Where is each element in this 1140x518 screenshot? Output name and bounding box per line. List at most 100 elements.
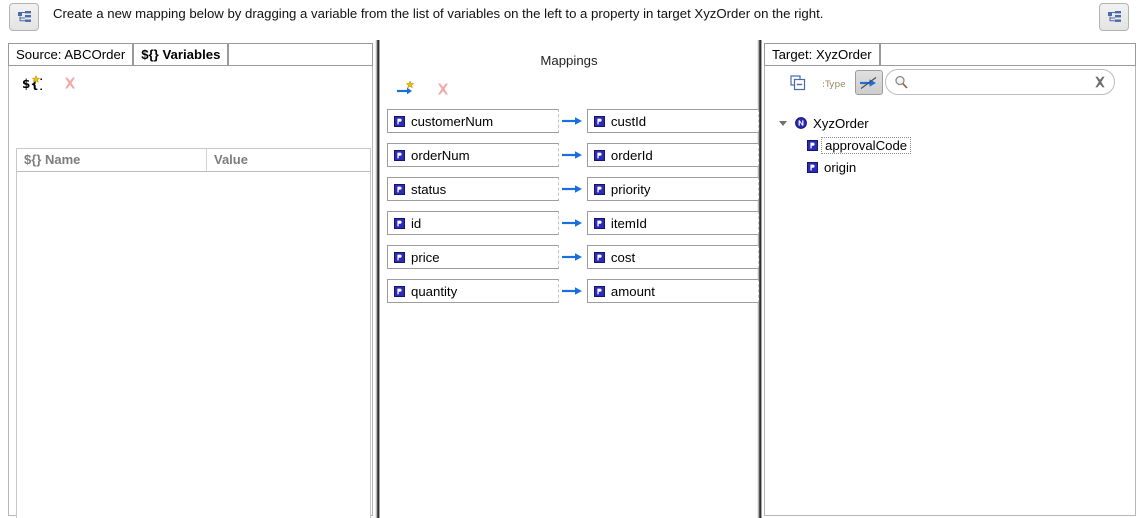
tree-node-origin[interactable]: origin — [777, 156, 1107, 178]
search-box[interactable] — [885, 69, 1115, 95]
tab-target-xyzorder[interactable]: Target: XyzOrder — [764, 43, 880, 65]
mapping-arrow — [559, 183, 587, 195]
mapping-source-cell[interactable]: id — [387, 211, 559, 235]
mapping-row[interactable]: id itemId — [387, 210, 759, 236]
tree-root-label: XyzOrder — [813, 116, 869, 131]
property-icon — [394, 184, 405, 195]
mapping-arrow — [559, 217, 587, 229]
mapping-target-cell[interactable]: orderId — [587, 143, 759, 167]
property-icon — [394, 252, 405, 263]
hide-unmapped-arrow-icon — [859, 75, 879, 91]
tree-child-label: approvalCode — [821, 137, 911, 154]
mapping-source-label: quantity — [411, 284, 457, 299]
target-tree: XyzOrder approvalCode origin — [777, 112, 1107, 178]
mappings-toolbar — [390, 76, 590, 102]
delete-mapping-button[interactable] — [432, 78, 454, 100]
mapping-target-label: priority — [611, 182, 651, 197]
mapping-editor-window: Create a new mapping below by dragging a… — [0, 0, 1140, 518]
mapping-target-label: orderId — [611, 148, 653, 163]
add-mapping-icon — [396, 80, 418, 98]
mapping-target-cell[interactable]: cost — [587, 245, 759, 269]
mapping-source-label: customerNum — [411, 114, 493, 129]
sash-left[interactable] — [375, 40, 380, 518]
collapse-all-icon — [790, 75, 806, 91]
mapping-arrow — [559, 149, 587, 161]
property-icon — [394, 218, 405, 229]
property-icon — [594, 252, 605, 263]
tree-hierarchy-icon — [1107, 10, 1122, 25]
delete-variable-button[interactable] — [59, 72, 81, 94]
mapping-arrow — [559, 285, 587, 297]
header-left-tree-button[interactable] — [9, 3, 39, 31]
show-type-button[interactable]: :Type — [820, 71, 846, 95]
collapse-all-button[interactable] — [785, 71, 811, 95]
header-bar: Create a new mapping below by dragging a… — [0, 0, 1140, 38]
target-toolbar: :Type — [765, 66, 1135, 102]
mapping-row[interactable]: status priority — [387, 176, 759, 202]
tree-node-root[interactable]: XyzOrder — [777, 112, 1107, 134]
mapping-source-label: id — [411, 216, 421, 231]
search-input[interactable] — [909, 75, 1093, 90]
mapping-arrow — [559, 115, 587, 127]
delete-icon — [435, 81, 451, 97]
mapping-row[interactable]: price cost — [387, 244, 759, 270]
target-tabstrip: Target: XyzOrder — [764, 44, 1136, 66]
variables-panel: Source: ABCOrder ${} Variables ${} — [8, 44, 373, 516]
mapping-source-cell[interactable]: customerNum — [387, 109, 559, 133]
hide-unmapped-button[interactable] — [855, 70, 883, 95]
property-icon — [394, 116, 405, 127]
target-panel-body: :Type — [764, 66, 1136, 516]
mapping-row[interactable]: quantity amount — [387, 278, 759, 304]
node-icon — [795, 117, 807, 129]
property-icon — [594, 286, 605, 297]
variables-tabstrip: Source: ABCOrder ${} Variables — [8, 44, 373, 66]
show-type-icon: :Type — [821, 76, 845, 90]
mapping-target-label: amount — [611, 284, 655, 299]
mapping-source-cell[interactable]: quantity — [387, 279, 559, 303]
mapping-arrow — [559, 251, 587, 263]
clear-search-icon[interactable] — [1093, 75, 1107, 89]
mapping-target-label: cost — [611, 250, 635, 265]
tree-child-label: origin — [824, 160, 856, 175]
mapping-target-cell[interactable]: custId — [587, 109, 759, 133]
header-right-tree-button[interactable] — [1099, 3, 1129, 31]
variables-table-header: ${} Name Value — [16, 148, 371, 172]
mapping-row[interactable]: orderNum orderId — [387, 142, 759, 168]
mapping-target-label: custId — [611, 114, 646, 129]
mappings-panel: Mappings — [382, 44, 756, 516]
property-icon — [394, 150, 405, 161]
tree-node-approvalcode[interactable]: approvalCode — [777, 134, 1107, 156]
svg-text:${}: ${} — [22, 77, 42, 91]
variables-toolbar: ${} — [9, 66, 372, 98]
mapping-target-cell[interactable]: amount — [587, 279, 759, 303]
target-panel: Target: XyzOrder — [764, 44, 1136, 516]
name-column-label: ${} Name — [24, 149, 80, 171]
mapping-target-label: itemId — [611, 216, 647, 231]
mapping-row[interactable]: customerNum custId — [387, 108, 759, 134]
chevron-down-icon[interactable] — [777, 117, 789, 129]
mappings-list: customerNum custId orderNum — [387, 108, 759, 312]
delete-icon — [62, 75, 78, 91]
tab-variables[interactable]: ${} Variables — [133, 43, 228, 65]
instruction-text: Create a new mapping below by dragging a… — [53, 3, 1083, 24]
property-icon — [807, 140, 818, 151]
mapping-source-cell[interactable]: orderNum — [387, 143, 559, 167]
mapping-source-label: orderNum — [411, 148, 470, 163]
property-icon — [594, 184, 605, 195]
column-header-name: ${} Name — [17, 149, 207, 171]
search-icon — [894, 75, 909, 90]
mapping-source-cell[interactable]: status — [387, 177, 559, 201]
mapping-target-cell[interactable]: itemId — [587, 211, 759, 235]
mapping-target-cell[interactable]: priority — [587, 177, 759, 201]
variables-table-body[interactable] — [16, 172, 371, 518]
add-variable-icon: ${} — [22, 74, 42, 92]
add-variable-button[interactable]: ${} — [21, 72, 43, 94]
add-mapping-button[interactable] — [396, 78, 418, 100]
tabstrip-filler — [228, 43, 373, 65]
tab-source-abcorder[interactable]: Source: ABCOrder — [8, 43, 133, 65]
mapping-source-label: status — [411, 182, 446, 197]
tree-hierarchy-icon — [17, 10, 32, 25]
property-icon — [594, 116, 605, 127]
mapping-source-cell[interactable]: price — [387, 245, 559, 269]
tabstrip-filler — [880, 43, 1136, 65]
